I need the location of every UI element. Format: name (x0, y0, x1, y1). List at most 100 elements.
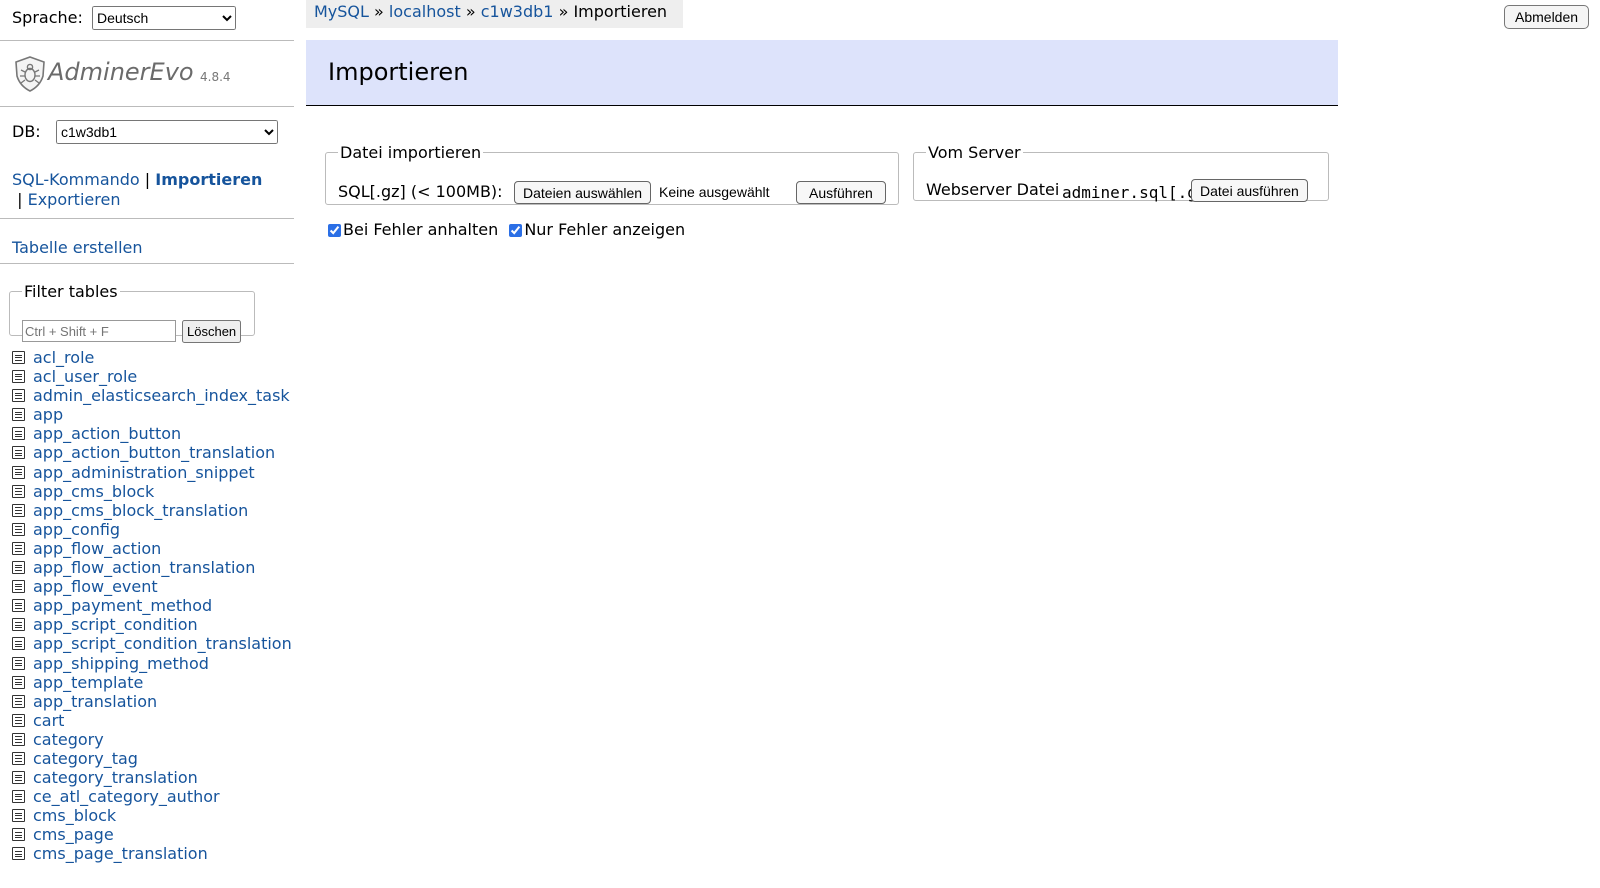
language-label: Sprache: (12, 8, 83, 27)
table-list-item: app_action_button (12, 424, 292, 443)
language-select[interactable]: Deutsch (91, 6, 236, 30)
table-link[interactable]: app_script_condition (33, 615, 198, 634)
only-errors-label: Nur Fehler anzeigen (524, 220, 686, 239)
table-list-item: cms_block (12, 806, 292, 825)
link-separator: | (17, 190, 23, 209)
table-link[interactable]: app_action_button_translation (33, 443, 275, 462)
table-link[interactable]: cms_page (33, 825, 114, 844)
table-icon[interactable] (12, 637, 25, 651)
table-list-item: app_script_condition (12, 615, 292, 634)
table-list: acl_role acl_user_role admin_elasticsearch… (12, 348, 292, 864)
table-icon[interactable] (12, 732, 25, 746)
table-link[interactable]: category_translation (33, 768, 198, 787)
table-link[interactable]: app_payment_method (33, 596, 212, 615)
table-icon[interactable] (12, 484, 25, 498)
table-link[interactable]: category_tag (33, 749, 138, 768)
db-select[interactable]: c1w3db1 (56, 120, 278, 144)
import-options: Bei Fehler anhalten Nur Fehler anzeigen (328, 220, 691, 239)
sql-command-link[interactable]: SQL-Kommando (12, 170, 140, 189)
table-icon[interactable] (12, 522, 25, 536)
table-icon[interactable] (12, 675, 25, 689)
table-icon[interactable] (12, 561, 25, 575)
language-selector: Sprache: Deutsch (12, 6, 236, 30)
table-link[interactable]: app_shipping_method (33, 654, 209, 673)
only-errors-checkbox[interactable] (509, 224, 523, 237)
table-icon[interactable] (12, 370, 25, 384)
table-icon[interactable] (12, 351, 25, 364)
table-icon[interactable] (12, 408, 25, 422)
create-table-link[interactable]: Tabelle erstellen (12, 238, 143, 257)
table-link[interactable]: app_cms_block_translation (33, 501, 248, 520)
table-link[interactable]: acl_user_role (33, 367, 137, 386)
file-import-legend: Datei importieren (340, 143, 482, 162)
table-link[interactable]: acl_role (33, 348, 94, 367)
table-link[interactable]: admin_elasticsearch_index_task (33, 386, 290, 405)
table-link[interactable]: app_cms_block (33, 482, 154, 501)
table-link[interactable]: app_template (33, 673, 143, 692)
table-list-item: app_script_condition_translation (12, 634, 292, 653)
link-separator: | (144, 170, 151, 189)
execute-button[interactable]: Ausführen (796, 181, 886, 204)
table-list-item: app_flow_action (12, 539, 292, 558)
table-link[interactable]: cart (33, 711, 64, 730)
run-file-button[interactable]: Datei ausführen (1191, 179, 1308, 202)
table-link[interactable]: cms_page_translation (33, 844, 208, 863)
table-link[interactable]: ce_atl_category_author (33, 787, 220, 806)
table-list-item: cms_page_translation (12, 844, 292, 863)
breadcrumb-driver[interactable]: MySQL (314, 2, 369, 21)
table-icon[interactable] (12, 790, 25, 804)
table-icon[interactable] (12, 503, 25, 517)
table-link[interactable]: app_config (33, 520, 120, 539)
breadcrumb-server[interactable]: localhost (389, 2, 461, 21)
db-label: DB: (12, 122, 41, 141)
logo-text: AdminerEvo (48, 58, 194, 86)
only-errors-option[interactable]: Nur Fehler anzeigen (509, 220, 685, 239)
table-link[interactable]: cms_block (33, 806, 116, 825)
table-icon[interactable] (12, 809, 25, 823)
table-icon[interactable] (12, 656, 25, 670)
export-link[interactable]: Exportieren (28, 190, 121, 209)
table-link[interactable]: app_flow_action_translation (33, 558, 255, 577)
table-link[interactable]: app_script_condition_translation (33, 634, 292, 653)
stop-on-error-label: Bei Fehler anhalten (343, 220, 499, 239)
breadcrumb-sep: » (374, 2, 384, 21)
breadcrumb-db[interactable]: c1w3db1 (481, 2, 554, 21)
table-icon[interactable] (12, 771, 25, 785)
table-link[interactable]: app_translation (33, 692, 157, 711)
table-icon[interactable] (12, 541, 25, 555)
table-icon[interactable] (12, 580, 25, 594)
table-icon[interactable] (12, 465, 25, 479)
table-list-item: acl_role (12, 348, 292, 367)
table-icon[interactable] (12, 751, 25, 765)
table-link[interactable]: app_action_button (33, 424, 181, 443)
file-import-label: SQL[.gz] (< 100MB): (338, 182, 503, 201)
filter-input[interactable] (22, 320, 176, 342)
table-link[interactable]: app (33, 405, 63, 424)
table-link[interactable]: app_administration_snippet (33, 463, 255, 482)
logout-button[interactable]: Abmelden (1504, 5, 1590, 29)
table-icon[interactable] (12, 599, 25, 613)
table-icon[interactable] (12, 389, 25, 403)
choose-files-button[interactable]: Dateien auswählen (514, 181, 652, 204)
server-import-group: Vom Server Webserver Datei adminer.sql[.… (913, 143, 1329, 202)
db-selector: DB: c1w3db1 (12, 120, 278, 144)
table-icon[interactable] (12, 618, 25, 632)
clear-filter-button[interactable]: Löschen (182, 320, 242, 343)
table-list-item: app_action_button_translation (12, 443, 292, 462)
divider (0, 106, 294, 107)
table-link[interactable]: app_flow_action (33, 539, 161, 558)
import-link[interactable]: Importieren (155, 170, 262, 189)
table-icon[interactable] (12, 427, 25, 441)
stop-on-error-option[interactable]: Bei Fehler anhalten (328, 220, 498, 239)
table-list-item: app_cms_block_translation (12, 501, 292, 520)
table-link[interactable]: app_flow_event (33, 577, 158, 596)
table-icon[interactable] (12, 694, 25, 708)
table-link[interactable]: category (33, 730, 104, 749)
table-icon[interactable] (12, 713, 25, 727)
table-list-item: app_translation (12, 692, 292, 711)
table-icon[interactable] (12, 828, 25, 842)
table-icon[interactable] (12, 446, 25, 460)
stop-on-error-checkbox[interactable] (328, 224, 341, 237)
divider (0, 263, 294, 264)
table-icon[interactable] (12, 847, 25, 861)
